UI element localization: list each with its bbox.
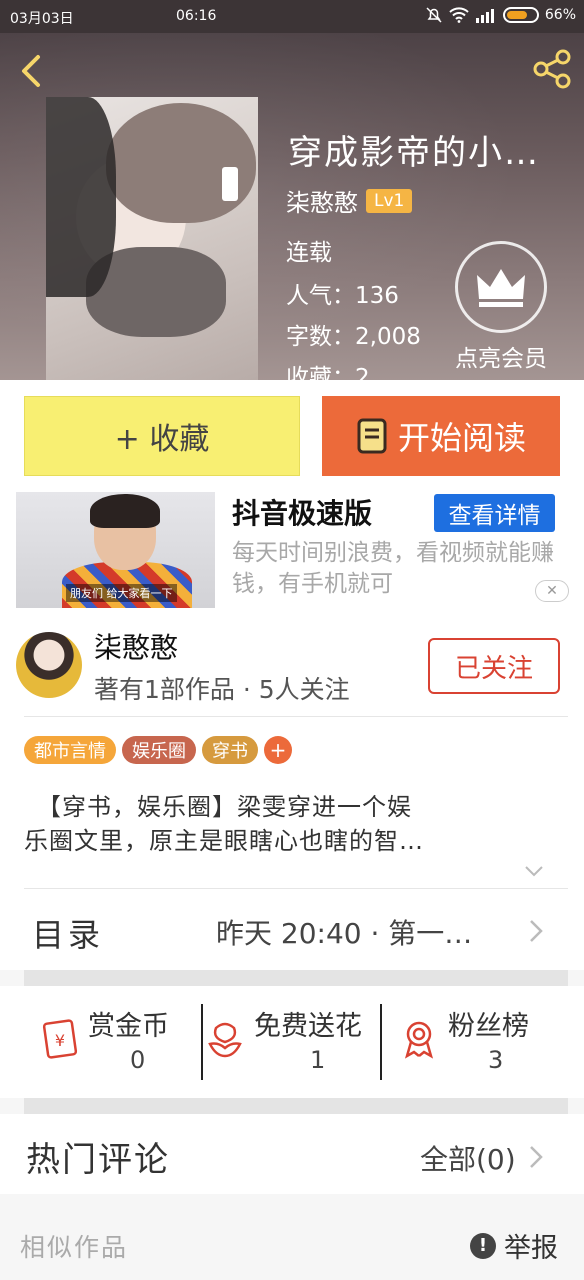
word-count: 字数：2,008 (286, 324, 421, 350)
author-name[interactable]: 柒憨憨 (286, 183, 358, 218)
tag-chip[interactable]: 都市言情 (24, 736, 116, 764)
section-separator (24, 970, 568, 986)
ad-title: 抖音极速版 (232, 497, 373, 530)
gift-label: 免费送花 (254, 1011, 362, 1042)
hot-comments-row[interactable]: 热门评论 全部(0) (0, 1114, 584, 1194)
member-label: 点亮会员 (455, 346, 547, 372)
gift-value: 1 (310, 1046, 326, 1074)
report-button[interactable]: ! 举报 (470, 1226, 558, 1265)
follow-button[interactable]: 已关注 (428, 638, 560, 694)
avatar[interactable] (16, 632, 82, 698)
add-favorite-button[interactable]: + 收藏 (24, 396, 300, 476)
book-intro[interactable]: 【穿书，娱乐圈】梁雯穿进一个娱 乐圈文里，原主是眼瞎心也瞎的智… (24, 790, 564, 858)
send-flower-button[interactable]: 免费送花 1 (204, 1004, 380, 1080)
share-icon[interactable] (530, 47, 574, 91)
add-tag-button[interactable]: + (264, 736, 292, 764)
battery-percent: 66% (544, 7, 576, 23)
intro-line: 乐圈文里，原主是眼瞎心也瞎的智… (24, 827, 424, 855)
catalog-row[interactable]: 目录 昨天 20:40 · 第一… (0, 890, 584, 970)
gift-separator (201, 1004, 203, 1080)
hot-comments-title: 热门评论 (26, 1140, 170, 1180)
gift-value: 0 (130, 1046, 146, 1074)
similar-works-title: 相似作品 (20, 1233, 129, 1262)
level-badge: Lv1 (366, 188, 413, 213)
chevron-right-icon (530, 920, 543, 942)
wifi-icon (449, 7, 469, 23)
gift-label: 赏金币 (88, 1011, 169, 1042)
status-bar: 03月03日 06:16 66% (0, 0, 584, 33)
ad-image[interactable]: 朋友们 给大家看一下 (16, 492, 215, 608)
start-reading-button[interactable]: 开始阅读 (322, 396, 560, 476)
tag-chip[interactable]: 穿书 (202, 736, 258, 764)
tag-list: 都市言情 娱乐圈 穿书 + (24, 736, 292, 764)
report-label: 举报 (504, 1233, 558, 1264)
battery-icon (502, 7, 539, 23)
divider (24, 716, 568, 717)
ad-close-button[interactable]: ✕ (535, 580, 569, 602)
svg-text:¥: ¥ (55, 1031, 65, 1050)
ad-banner[interactable]: 朋友们 给大家看一下 抖音极速版 查看详情 每天时间别浪费，看视频就能赚钱，有手… (0, 482, 584, 612)
tag-chip[interactable]: 娱乐圈 (122, 736, 196, 764)
coin-envelope-icon: ¥ (42, 1019, 78, 1059)
action-bar: + 收藏 开始阅读 (0, 380, 584, 482)
author-stats: 著有1部作品 · 5人关注 (94, 675, 350, 704)
section-separator (24, 1098, 568, 1114)
status-time: 06:16 (176, 8, 217, 24)
chevron-right-icon (530, 1146, 543, 1168)
gift-separator (380, 1004, 382, 1080)
author-card-name[interactable]: 柒憨憨 (94, 626, 178, 666)
ad-image-caption: 朋友们 给大家看一下 (66, 584, 177, 602)
mute-bell-icon (426, 7, 442, 23)
popularity: 人气：136 (286, 283, 399, 309)
status-icons: 66% (425, 6, 576, 24)
book-cover[interactable] (46, 97, 258, 380)
flower-icon (208, 1022, 242, 1058)
start-reading-label: 开始阅读 (397, 419, 526, 457)
back-arrow-icon[interactable] (14, 51, 50, 91)
book-icon (357, 418, 387, 454)
signal-icon (475, 9, 494, 23)
catalog-latest-update: 昨天 20:40 · 第一… (216, 917, 473, 950)
crown-icon (455, 241, 547, 333)
gift-value: 3 (488, 1046, 504, 1074)
medal-icon (404, 1021, 434, 1059)
status-date: 03月03日 (10, 11, 74, 27)
intro-line: 【穿书，娱乐圈】梁雯穿进一个娱 (24, 793, 412, 821)
alert-icon: ! (470, 1232, 496, 1259)
ad-details-button[interactable]: 查看详情 (434, 494, 555, 532)
favorite-count: 收藏：2 (286, 365, 370, 380)
book-header: 穿成影帝的小… 柒憨憨 Lv1 连载 人气：136 字数：2,008 收藏：2 … (0, 33, 584, 380)
serial-status: 连载 (286, 240, 332, 266)
catalog-label: 目录 (32, 916, 105, 954)
all-comments-link[interactable]: 全部(0) (420, 1138, 516, 1178)
ad-description: 每天时间别浪费，看视频就能赚钱，有手机就可 (232, 540, 554, 597)
member-button[interactable]: 点亮会员 (446, 241, 556, 373)
author-section: 柒憨憨 著有1部作品 · 5人关注 已关注 都市言情 娱乐圈 穿书 + 【穿书，… (0, 612, 584, 890)
gift-bar: ¥ 赏金币 0 免费送花 1 粉丝榜 3 (0, 986, 584, 1098)
author-row: 柒憨憨 Lv1 (286, 183, 413, 218)
book-title: 穿成影帝的小… (288, 133, 540, 173)
gift-label: 粉丝榜 (448, 1011, 529, 1042)
reward-coins-button[interactable]: ¥ 赏金币 0 (38, 1004, 188, 1080)
chevron-down-icon[interactable] (524, 864, 544, 878)
footer: 相似作品 ! 举报 (0, 1194, 584, 1280)
fan-ranking-button[interactable]: 粉丝榜 3 (398, 1004, 558, 1080)
divider (24, 888, 568, 889)
